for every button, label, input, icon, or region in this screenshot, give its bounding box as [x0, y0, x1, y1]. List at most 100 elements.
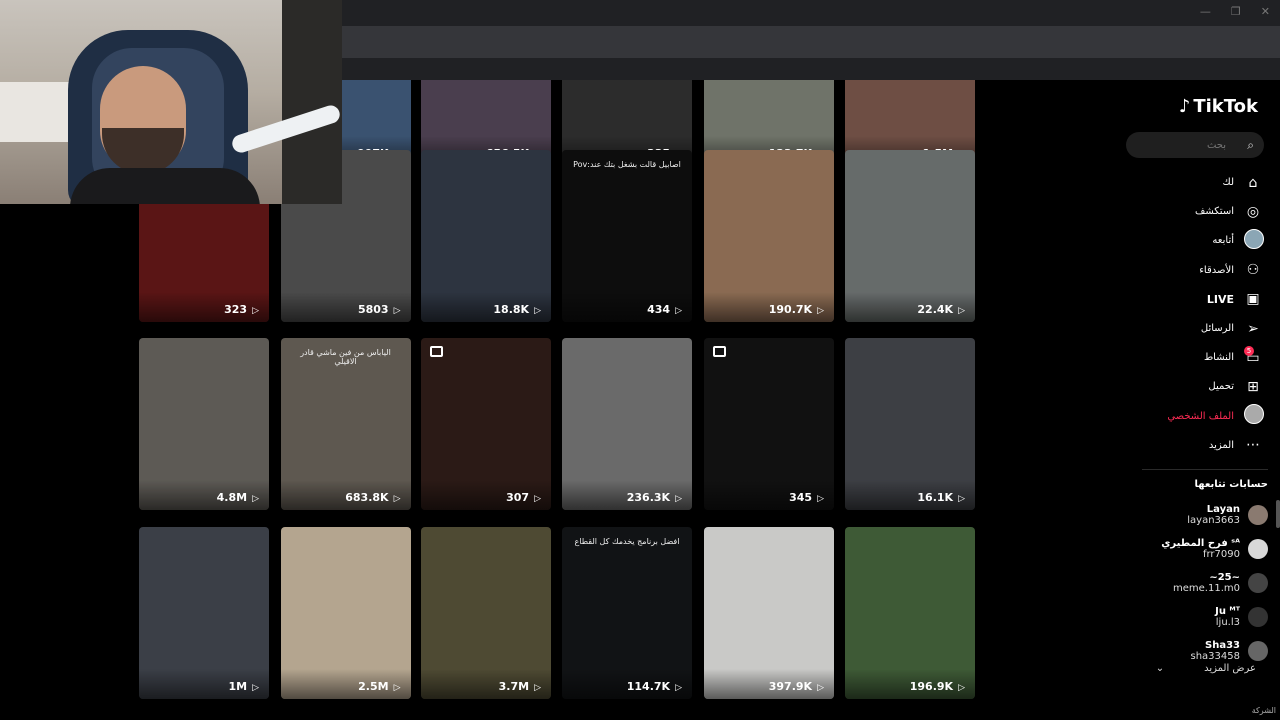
view-count: 434 ▷ [562, 292, 692, 322]
tiktok-note-icon: ♪ [1178, 96, 1191, 117]
play-icon: ▷ [252, 683, 259, 693]
nav-item-activity[interactable]: النشاط ▭ 5 [1128, 343, 1262, 372]
search-input[interactable] [1136, 139, 1226, 151]
nav-item-more[interactable]: المزيد ⋯ [1128, 431, 1262, 460]
logo-text: TikTok [1193, 96, 1258, 117]
nav-item-for-you[interactable]: لك ⌂ [1128, 168, 1262, 197]
video-card[interactable]: 190.7K ▷ [704, 150, 834, 322]
video-card[interactable]: الياباس من فين ماشي قادر الاقيلي 683.8K ▷ [280, 338, 411, 510]
view-count-label: 190.7K [768, 303, 813, 316]
profile-avatar-icon [1244, 404, 1264, 425]
account-display-name: Layan [1206, 504, 1240, 515]
avatar [1248, 573, 1268, 593]
play-icon: ▷ [534, 306, 541, 316]
nav-label: المزيد [1208, 439, 1234, 451]
chevron-down-icon: ⌄ [1155, 663, 1165, 674]
play-icon: ▷ [534, 494, 541, 504]
tiktok-logo[interactable]: ♪ TikTok [1179, 96, 1258, 117]
close-icon[interactable]: ✕ [1261, 5, 1270, 18]
video-card[interactable]: 4.8M ▷ [139, 338, 269, 510]
window-controls: — ❐ ✕ [1200, 5, 1270, 18]
nav-item-following[interactable]: أتابعه [1128, 226, 1264, 255]
view-count-label: 397.9K [768, 680, 813, 693]
play-icon: ▷ [675, 683, 682, 693]
nav-label: الرسائل [1200, 323, 1234, 335]
nav-item-live[interactable]: LIVE ▣ [1128, 285, 1262, 314]
view-count-label: 434 [647, 303, 671, 316]
view-count: 345 ▷ [704, 480, 834, 510]
video-card[interactable]: 3.7M ▷ [421, 527, 551, 699]
video-caption-overlay: الياباس من فين ماشي قادر الاقيلي [300, 348, 391, 366]
following-account[interactable]: فرح المطيري ˢᴬ frr7090 [1132, 532, 1268, 566]
nav-item-messages[interactable]: الرسائل ➢ [1128, 314, 1262, 343]
following-account[interactable]: Ju ᴹᵀ lju.l3 [1132, 600, 1268, 634]
company-link[interactable]: الشركة [1252, 706, 1276, 715]
video-card[interactable]: 236.3K ▷ [562, 338, 692, 510]
video-card[interactable]: 345 ▷ [704, 338, 834, 510]
video-card[interactable]: 196.9K ▷ [845, 527, 975, 699]
avatar [1248, 607, 1268, 627]
scrollbar[interactable] [1276, 500, 1280, 528]
account-username: meme.11.m0 [1173, 583, 1240, 594]
play-icon: ▷ [817, 306, 824, 316]
account-username: lju.l3 [1215, 617, 1240, 628]
following-avatar-icon [1244, 228, 1264, 249]
more-dots-icon: ⋯ [1246, 437, 1260, 454]
webcam-overlay [0, 0, 342, 204]
video-card[interactable]: افضل برنامج يخدمك كل القطاع 114.7K ▷ [562, 527, 692, 699]
play-icon: ▷ [958, 306, 965, 316]
view-count-label: 4.8M [216, 491, 248, 504]
nav-item-upload[interactable]: تحميل ⊞ [1128, 372, 1262, 401]
play-icon: ▷ [817, 494, 824, 504]
video-card[interactable]: 22.4K ▷ [845, 150, 975, 322]
nav-label: لك [1222, 177, 1234, 189]
view-count: 2.5M ▷ [280, 669, 411, 699]
view-count-label: 16.1K [917, 491, 954, 504]
nav-item-friends[interactable]: الأصدقاء ⚇ [1128, 256, 1262, 285]
video-caption-overlay: افضل برنامج يخدمك كل القطاع [574, 537, 680, 546]
nav-label: الملف الشخصي [1167, 410, 1234, 422]
view-count: 323 ▷ [139, 292, 269, 322]
streamer-shirt [70, 168, 260, 204]
restore-icon[interactable]: ❐ [1231, 5, 1241, 18]
play-icon: ▷ [675, 494, 682, 504]
search-icon[interactable]: ⌕ [1247, 138, 1254, 153]
video-card[interactable]: 2.5M ▷ [280, 527, 411, 699]
nav-item-profile[interactable]: الملف الشخصي [1128, 402, 1264, 431]
webcam-background-door [282, 0, 342, 204]
see-more-label: عرض المزيد [1204, 663, 1256, 674]
minimize-icon[interactable]: — [1200, 5, 1211, 18]
search-bar[interactable]: ⌕ [1126, 132, 1264, 158]
video-card[interactable]: 397.9K ▷ [704, 527, 834, 699]
view-count: 18.8K ▷ [421, 292, 551, 322]
video-card[interactable]: 307 ▷ [421, 338, 551, 510]
sidebar-nav: لك ⌂ استكشف ◎ أتابعه الأصدقاء ⚇ LIVE ▣ ا… [1128, 168, 1264, 460]
following-account[interactable]: ~25~ meme.11.m0 [1132, 566, 1268, 600]
video-card[interactable]: اصابيل قالت بشغل بتك عند:Pov 434 ▷ [562, 150, 692, 322]
photo-mode-icon [713, 346, 726, 357]
friends-icon: ⚇ [1246, 262, 1260, 279]
home-icon: ⌂ [1248, 174, 1258, 191]
account-display-name: فرح المطيري ˢᴬ [1161, 538, 1240, 549]
nav-label: الأصدقاء [1199, 264, 1234, 276]
view-count: 4.8M ▷ [139, 480, 269, 510]
video-card[interactable]: 18.8K ▷ [421, 150, 551, 322]
play-icon: ▷ [534, 683, 541, 693]
video-card[interactable]: 1M ▷ [139, 527, 269, 699]
following-list: Layan layan3663 فرح المطيري ˢᴬ frr7090 ~25… [1132, 498, 1268, 668]
account-display-name: ~25~ [1209, 572, 1240, 583]
view-count: 196.9K ▷ [845, 669, 975, 699]
video-card[interactable]: 16.1K ▷ [845, 338, 975, 510]
sidebar: ♪ TikTok ⌕ لك ⌂ استكشف ◎ أتابعه الأصدقاء… [1126, 80, 1280, 720]
live-tv-icon: ▣ [1246, 291, 1260, 308]
following-account[interactable]: Layan layan3663 [1132, 498, 1268, 532]
activity-badge: 5 [1244, 345, 1254, 356]
video-grid-row: 4.8M ▷ الياباس من فين ماشي قادر الاقيلي 683… [139, 338, 979, 510]
nav-item-explore[interactable]: استكشف ◎ [1128, 197, 1262, 226]
view-count: 236.3K ▷ [562, 480, 692, 510]
view-count: 114.7K ▷ [562, 669, 692, 699]
view-count: 307 ▷ [421, 480, 551, 510]
send-icon: ➢ [1247, 320, 1259, 337]
see-more-button[interactable]: ⌄ عرض المزيد [1156, 663, 1256, 674]
view-count-label: 22.4K [917, 303, 954, 316]
